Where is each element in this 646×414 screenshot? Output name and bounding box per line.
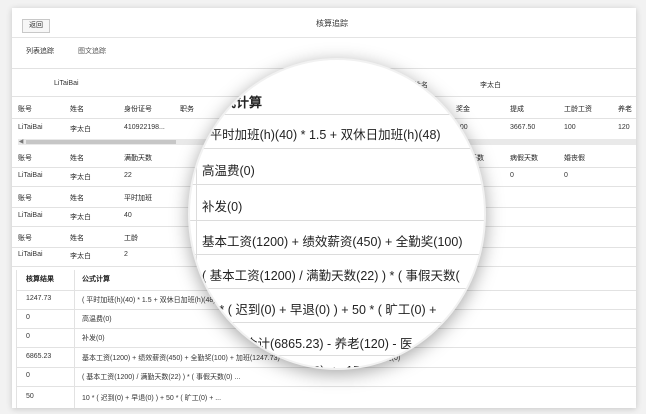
- magnifier-lens: 公式计算 ( 平时加班(h)(40) * 1.5 + 双休日加班(h)(48) …: [188, 58, 486, 370]
- summary-employee-id: LiTaiBai: [54, 80, 79, 87]
- cell-sick-days: 0: [510, 172, 514, 179]
- magnifier-formula: 10 * ( 迟到(0) + 早退(0) ) + 50 * ( 旷工(0) +: [202, 303, 437, 317]
- magnifier-formula: ( 基本工资(1200) / 满勤天数(22) ) * ( 事假天数(: [202, 269, 460, 283]
- magnifier-header: 公式计算: [210, 95, 263, 110]
- magnifier-formula: ( 平时加班(h)(40) * 1.5 + 双休日加班(h)(48): [202, 128, 441, 142]
- col-header-id: 账号: [18, 195, 32, 202]
- cell-id: LiTaiBai: [18, 124, 43, 131]
- col-header-id: 账号: [18, 155, 32, 162]
- magnifier-formula: 高温费(0): [202, 164, 255, 178]
- col-header-result: 核算结果: [26, 276, 54, 283]
- divider: [190, 254, 484, 255]
- calc-formula: 补发(0): [82, 335, 105, 342]
- cell-commission: 3667.50: [510, 124, 536, 131]
- cell-pension: 120: [618, 124, 630, 131]
- calc-result: 0: [26, 372, 30, 379]
- divider: [190, 355, 484, 356]
- magnifier-formula: 5 ( 应发合计(6865.23) - 养老(120) - 医: [202, 337, 413, 351]
- cell-maternity: 0: [564, 172, 568, 179]
- cell-seniority-pay: 100: [564, 124, 576, 131]
- col-header-name: 姓名: [70, 155, 84, 162]
- col-header-commission: 提成: [510, 106, 524, 113]
- divider: [196, 60, 197, 368]
- col-header-bonus: 奖金: [456, 106, 470, 113]
- col-header-years: 工龄: [124, 235, 138, 242]
- cell-full-days: 22: [124, 172, 132, 179]
- magnifier-formula: 补发(0): [202, 200, 243, 214]
- calc-result: 1247.73: [26, 295, 52, 302]
- cell-overtime: 40: [124, 212, 132, 219]
- calc-formula: ( 基本工资(1200) / 满勤天数(22) ) * ( 事假天数(0) ..…: [82, 374, 241, 381]
- tab-graphic-trace[interactable]: 图文追踪: [78, 46, 106, 56]
- cell-name: 李太白: [70, 126, 91, 133]
- divider: [190, 322, 484, 323]
- calc-formula: 高温费(0): [82, 316, 112, 323]
- calc-result: 0: [26, 314, 30, 321]
- cell-id: LiTaiBai: [18, 172, 43, 179]
- col-header-name: 姓名: [70, 195, 84, 202]
- col-header-overtime: 平时加班: [124, 195, 152, 202]
- page-title: 核算追踪: [316, 19, 348, 28]
- col-header-formula: 公式计算: [82, 276, 110, 283]
- divider: [16, 386, 636, 387]
- col-header-full-days: 满勤天数: [124, 155, 152, 162]
- col-header-sick-days: 病假天数: [510, 155, 538, 162]
- divider: [190, 114, 484, 115]
- col-header-id: 账号: [18, 106, 32, 113]
- calc-result: 0: [26, 333, 30, 340]
- cell-name: 李太白: [70, 174, 91, 181]
- cell-name: 李太白: [70, 253, 91, 260]
- calc-result: 50: [26, 393, 34, 400]
- cell-idcard: 410922198...: [124, 124, 165, 131]
- calc-formula: 10 * ( 迟到(0) + 早退(0) ) + 50 * ( 旷工(0) + …: [82, 395, 222, 402]
- divider: [190, 220, 484, 221]
- col-header-position: 职务: [180, 106, 194, 113]
- col-header-pension: 养老: [618, 106, 632, 113]
- divider: [190, 184, 484, 185]
- calc-result: 6865.23: [26, 353, 52, 360]
- scroll-left-icon[interactable]: ◀: [18, 139, 24, 145]
- divider: [190, 148, 484, 149]
- top-bar: 返回 核算追踪: [12, 8, 636, 38]
- summary-name: 李太白: [480, 82, 501, 89]
- tab-list-trace[interactable]: 列表追踪: [26, 46, 54, 56]
- cell-years: 2: [124, 251, 128, 258]
- col-header-seniority-pay: 工龄工资: [564, 106, 592, 113]
- col-header-maternity: 婚丧假: [564, 155, 585, 162]
- calc-formula: ( 平时加班(h)(40) * 1.5 + 双休日加班(h)(48)...: [82, 297, 222, 304]
- cell-name: 李太白: [70, 214, 91, 221]
- col-header-name: 姓名: [70, 235, 84, 242]
- col-header-name: 姓名: [70, 106, 84, 113]
- col-header-id: 账号: [18, 235, 32, 242]
- divider: [190, 288, 484, 289]
- scroll-thumb[interactable]: [26, 140, 176, 144]
- cell-id: LiTaiBai: [18, 212, 43, 219]
- cell-id: LiTaiBai: [18, 251, 43, 258]
- magnifier-formula: 基本工资(1200) + 绩效薪资(450) + 全勤奖(100): [202, 235, 463, 249]
- col-header-idcard: 身份证号: [124, 106, 152, 113]
